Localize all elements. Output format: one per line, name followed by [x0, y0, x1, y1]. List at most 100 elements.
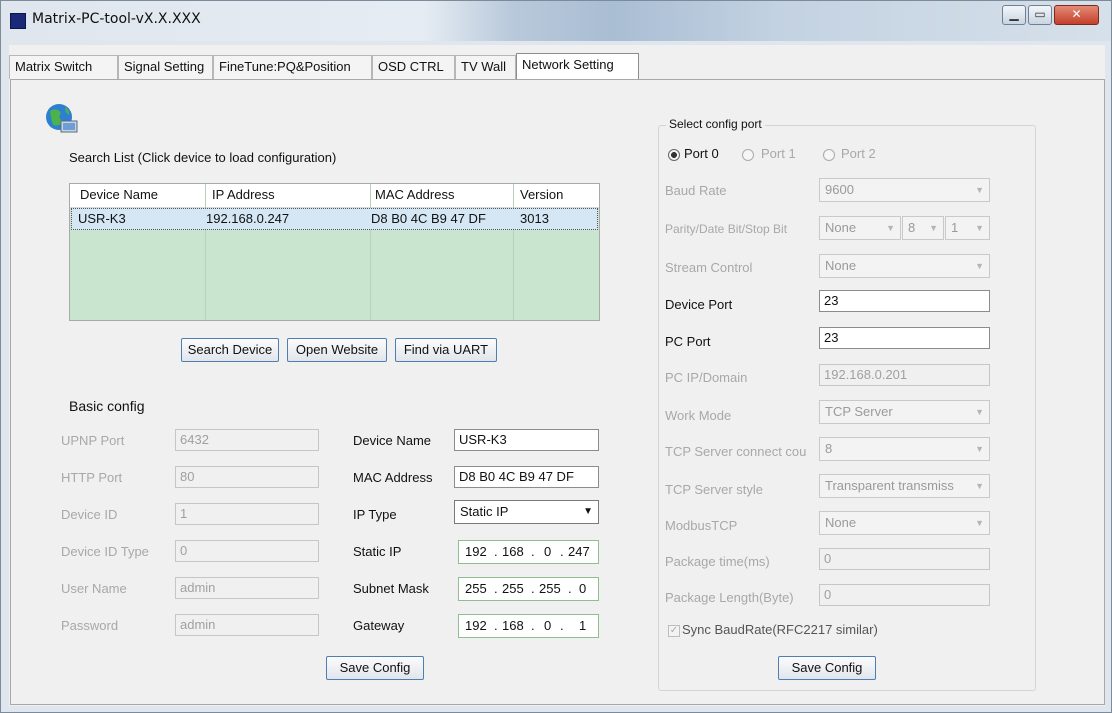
password-label: Password: [61, 618, 119, 633]
ip-octet: 255: [465, 581, 487, 596]
chevron-down-icon: ▼: [975, 223, 984, 233]
parity-select[interactable]: None ▼: [819, 216, 901, 240]
chevron-down-icon: ▼: [975, 444, 984, 454]
ip-octet: 1: [579, 618, 587, 633]
tcp-connect-count-select[interactable]: 8 ▼: [819, 437, 990, 461]
modbus-tcp-select[interactable]: None ▼: [819, 511, 990, 535]
device-list[interactable]: Device Name IP Address MAC Address Versi…: [69, 183, 600, 321]
pc-ip-domain-field[interactable]: 192.168.0.201: [819, 364, 990, 386]
sync-baudrate-checkbox[interactable]: ✓: [668, 625, 680, 637]
search-list-label: Search List (Click device to load config…: [69, 150, 337, 165]
basic-config-title: Basic config: [69, 398, 145, 414]
baud-rate-select[interactable]: 9600 ▼: [819, 178, 990, 202]
gateway-label: Gateway: [353, 618, 405, 633]
save-basic-config-button[interactable]: Save Config: [326, 656, 424, 680]
open-website-button[interactable]: Open Website: [287, 338, 387, 362]
ip-octet: 168: [502, 618, 524, 633]
password-field[interactable]: admin: [175, 614, 319, 636]
chevron-down-icon: ▼: [929, 223, 938, 233]
close-icon[interactable]: ✕: [1054, 5, 1099, 25]
ip-octet: 255: [539, 581, 561, 596]
work-mode-value: TCP Server: [825, 404, 893, 419]
device-name-label: Device Name: [353, 433, 432, 448]
stream-control-label: Stream Control: [665, 260, 753, 275]
subnet-mask-field[interactable]: 255. 255. 255. 0: [458, 577, 599, 601]
static-ip-label: Static IP: [353, 544, 402, 559]
chevron-down-icon: ▼: [886, 223, 895, 233]
grid-divider: [513, 184, 514, 320]
tab-finetune[interactable]: FineTune:PQ&Position: [213, 55, 372, 79]
stop-bit-select[interactable]: 1 ▼: [945, 216, 990, 240]
package-time-field[interactable]: 0: [819, 548, 990, 570]
http-port-label: HTTP Port: [61, 470, 123, 485]
tab-osd-ctrl[interactable]: OSD CTRL: [372, 55, 455, 79]
ip-octet: 255: [502, 581, 524, 596]
grid-divider: [370, 184, 371, 320]
mac-address-label: MAC Address: [353, 470, 433, 485]
title-bar[interactable]: Matrix-PC-tool-vX.X.XXX ▁ ▭ ✕: [1, 1, 1111, 41]
ip-octet: 192: [465, 618, 487, 633]
static-ip-field[interactable]: 192. 168. 0. 247: [458, 540, 599, 564]
gateway-field[interactable]: 192. 168. 0. 1: [458, 614, 599, 638]
tab-signal-setting[interactable]: Signal Setting: [118, 55, 213, 79]
stream-control-value: None: [825, 258, 857, 273]
user-name-field[interactable]: admin: [175, 577, 319, 599]
search-device-button[interactable]: Search Device: [181, 338, 279, 362]
http-port-field[interactable]: 80: [175, 466, 319, 488]
package-time-label: Package time(ms): [665, 554, 770, 569]
ip-type-label: IP Type: [353, 507, 397, 522]
chevron-down-icon: ▼: [973, 475, 984, 497]
port-2-label: Port 2: [841, 146, 876, 161]
modbus-tcp-value: None: [825, 515, 857, 530]
ip-type-select[interactable]: Static IP ▼: [454, 500, 599, 524]
upnp-port-field[interactable]: 6432: [175, 429, 319, 451]
pc-port-field[interactable]: 23: [819, 327, 990, 349]
baud-rate-label: Baud Rate: [665, 183, 727, 198]
port-0-radio[interactable]: [668, 149, 680, 161]
parity-label: Parity/Date Bit/Stop Bit: [665, 222, 788, 236]
package-length-field[interactable]: 0: [819, 584, 990, 606]
ip-type-value: Static IP: [460, 504, 509, 519]
port-1-radio[interactable]: [742, 149, 754, 161]
device-id-type-field[interactable]: 0: [175, 540, 319, 562]
port-1-label: Port 1: [761, 146, 796, 161]
port-2-radio[interactable]: [823, 149, 835, 161]
find-via-uart-button[interactable]: Find via UART: [395, 338, 497, 362]
work-mode-label: Work Mode: [665, 408, 732, 423]
device-id-label: Device ID: [61, 507, 118, 522]
tab-tv-wall[interactable]: TV Wall: [455, 55, 516, 79]
row-version: 3013: [520, 211, 549, 226]
table-row[interactable]: USR-K3 192.168.0.247 D8 B0 4C B9 47 DF 3…: [71, 208, 598, 230]
tcp-server-style-label: TCP Server style: [665, 482, 764, 497]
data-bit-select[interactable]: 8 ▼: [902, 216, 944, 240]
device-port-field[interactable]: 23: [819, 290, 990, 312]
chevron-down-icon: ▼: [583, 506, 593, 517]
mac-address-field[interactable]: D8 B0 4C B9 47 DF: [454, 466, 599, 488]
chevron-down-icon: ▼: [975, 261, 984, 271]
grid-divider: [205, 184, 206, 320]
col-ip-address: IP Address: [212, 187, 275, 202]
device-list-header: Device Name IP Address MAC Address Versi…: [70, 184, 599, 208]
ip-octet: 247: [568, 544, 590, 559]
stream-control-select[interactable]: None ▼: [819, 254, 990, 278]
minimize-icon[interactable]: ▁: [1002, 5, 1026, 25]
row-mac-address: D8 B0 4C B9 47 DF: [371, 211, 486, 226]
port-0-label: Port 0: [684, 146, 719, 161]
col-version: Version: [520, 187, 564, 202]
device-id-type-label: Device ID Type: [61, 544, 149, 559]
device-name-field[interactable]: USR-K3: [454, 429, 599, 451]
tab-matrix-switch[interactable]: Matrix Switch: [9, 55, 118, 79]
ip-octet: 0: [579, 581, 587, 596]
tcp-server-style-select[interactable]: Transparent transmiss ▼: [819, 474, 990, 498]
work-mode-select[interactable]: TCP Server ▼: [819, 400, 990, 424]
save-port-config-button[interactable]: Save Config: [778, 656, 876, 680]
row-ip-address: 192.168.0.247: [206, 211, 290, 226]
device-id-field[interactable]: 1: [175, 503, 319, 525]
col-mac-address: MAC Address: [375, 187, 455, 202]
data-bit-value: 8: [908, 220, 916, 235]
chevron-down-icon: ▼: [975, 407, 984, 417]
maximize-icon[interactable]: ▭: [1028, 5, 1052, 25]
chevron-down-icon: ▼: [975, 185, 984, 195]
tab-network-setting[interactable]: Network Setting: [516, 53, 639, 80]
chevron-down-icon: ▼: [975, 518, 984, 528]
